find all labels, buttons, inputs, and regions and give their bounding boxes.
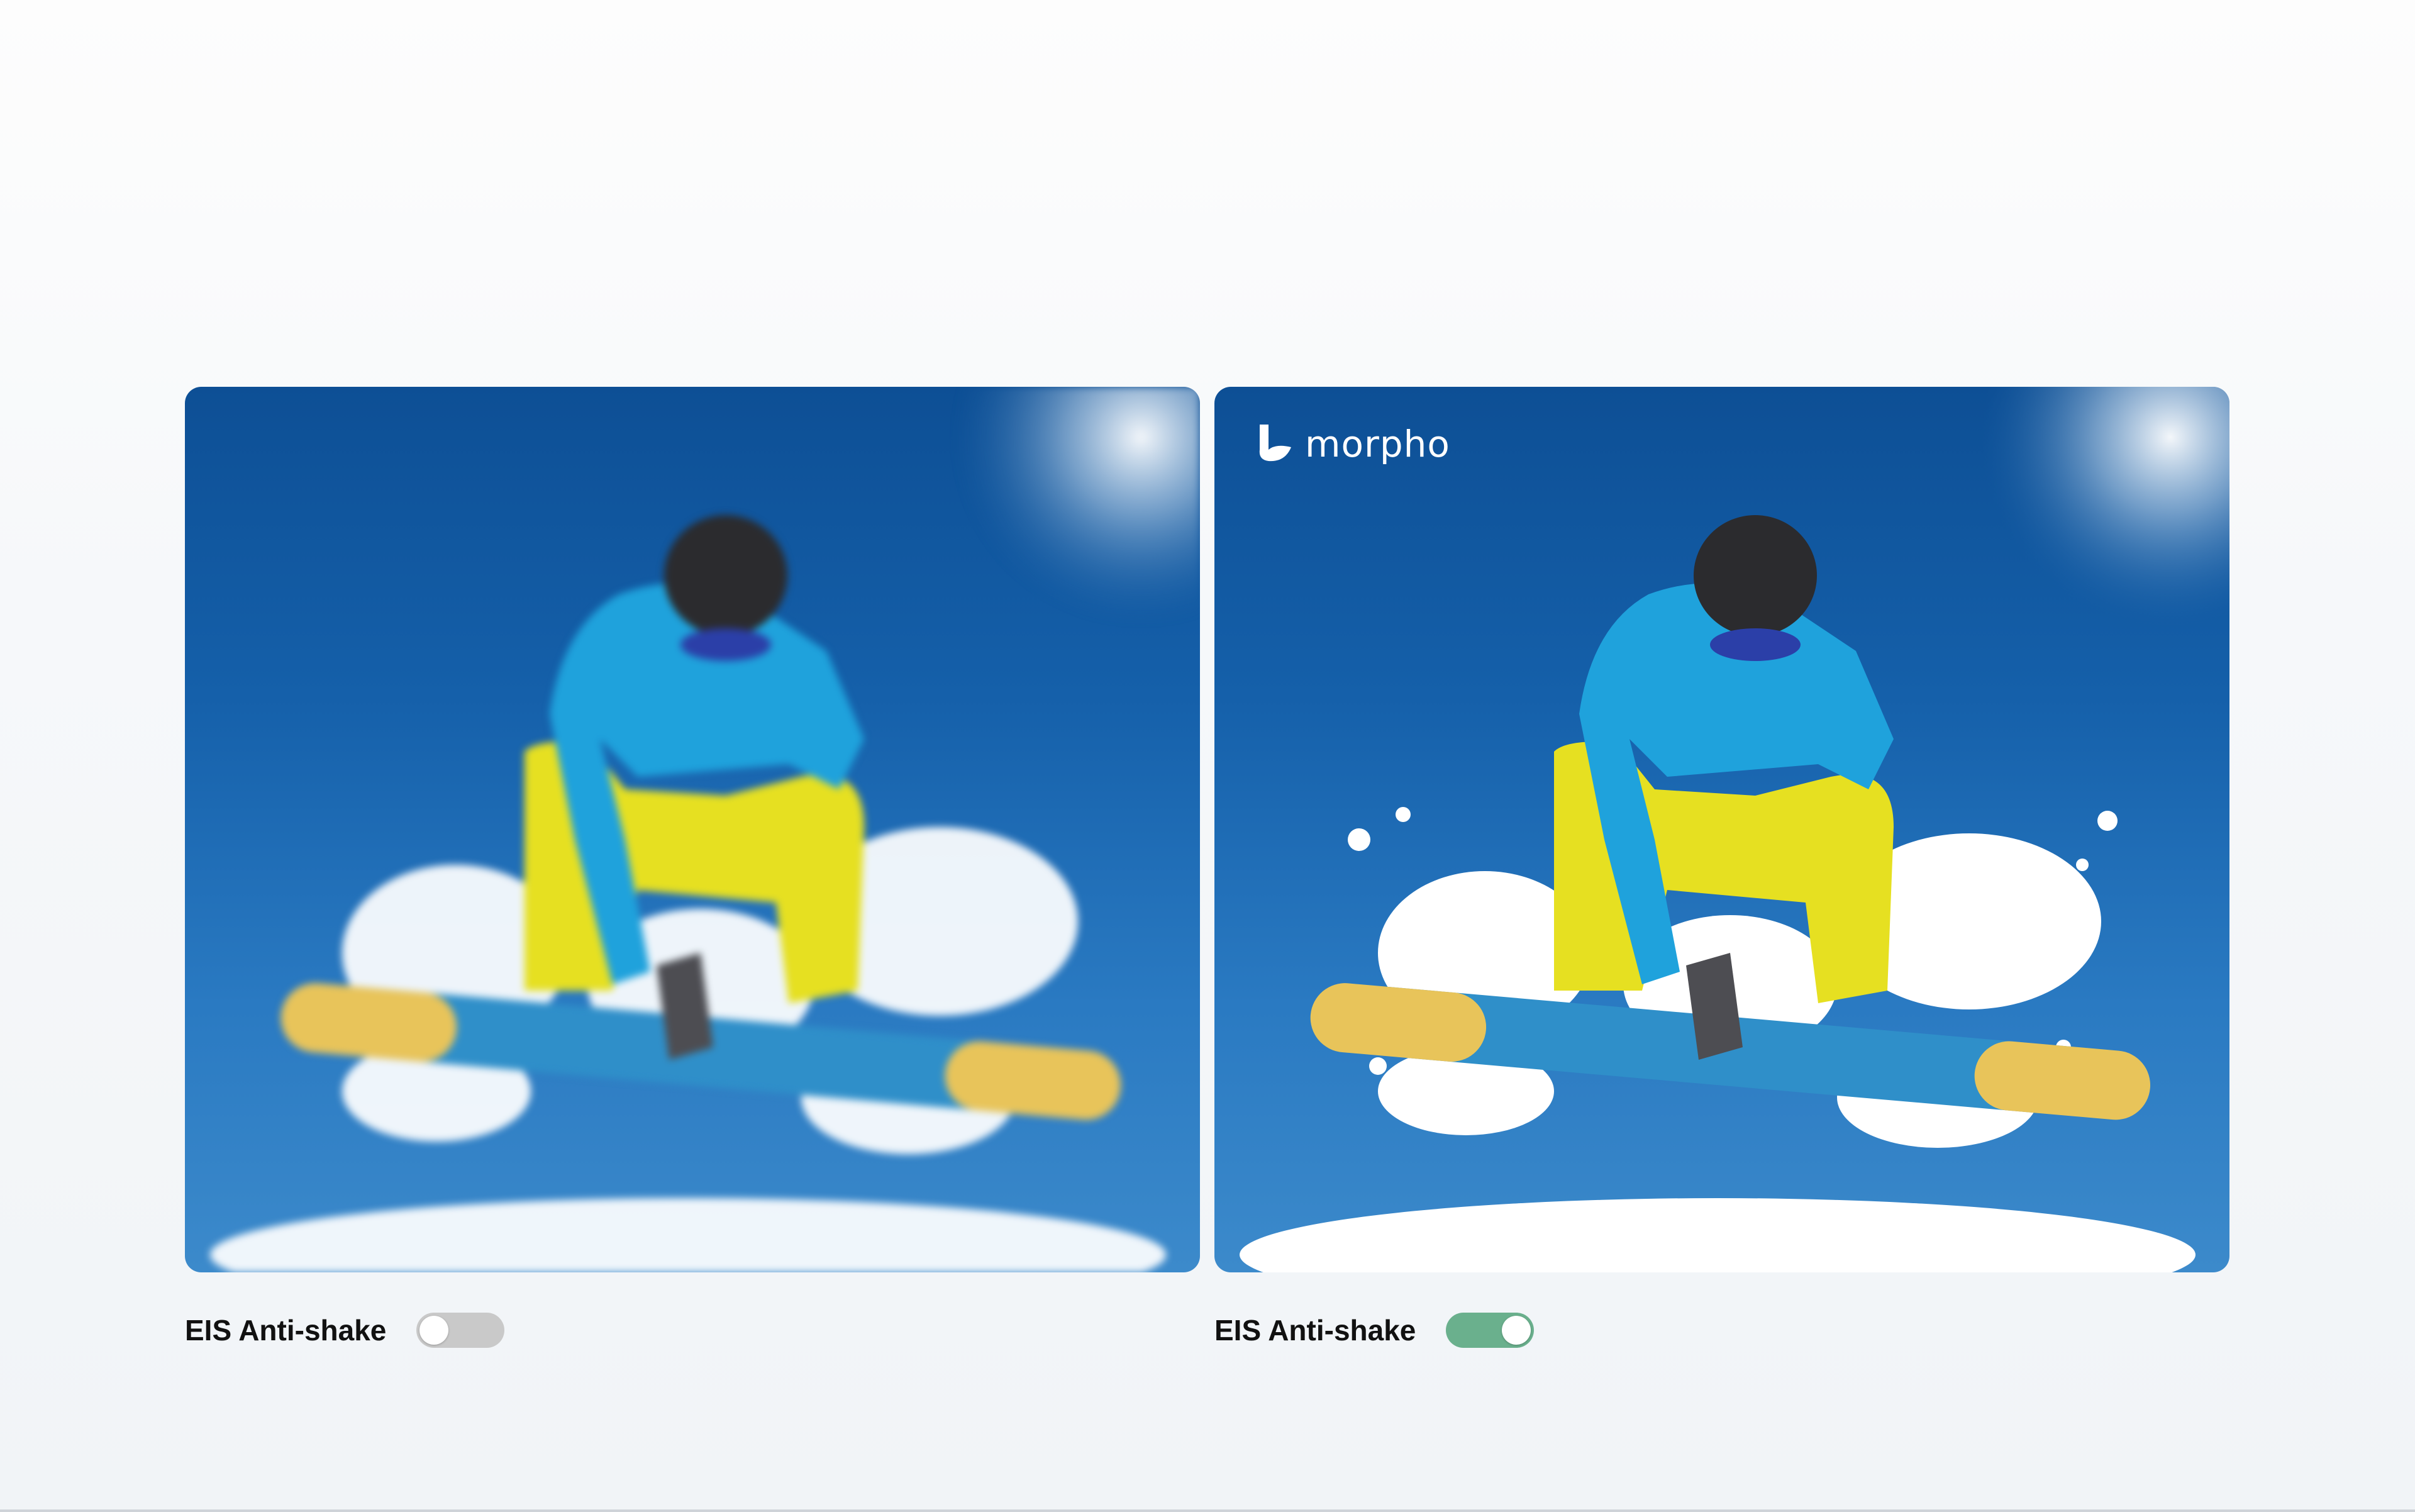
eis-toggle-on[interactable] [1446,1313,1535,1348]
eis-label: EIS Anti-shake [185,1314,387,1347]
morpho-logo-icon [1259,425,1291,462]
eis-toggle-off[interactable] [416,1313,505,1348]
bottom-divider [0,1509,2415,1512]
toggle-knob [419,1316,449,1345]
morpho-watermark: morpho [1253,422,1450,466]
photo-with-eis: morpho [1214,387,2229,1272]
brand-name: morpho [1305,423,1450,465]
eis-setting-without: EIS Anti-shake [185,1311,505,1349]
snowboarder-image-sharp [1214,387,2229,1272]
snowboarder-image-blurred [185,387,1200,1272]
eis-label: EIS Anti-shake [1214,1314,1416,1347]
photo-without-eis [185,387,1200,1272]
toggle-knob [1502,1316,1531,1345]
eis-setting-with: EIS Anti-shake [1214,1311,1535,1349]
